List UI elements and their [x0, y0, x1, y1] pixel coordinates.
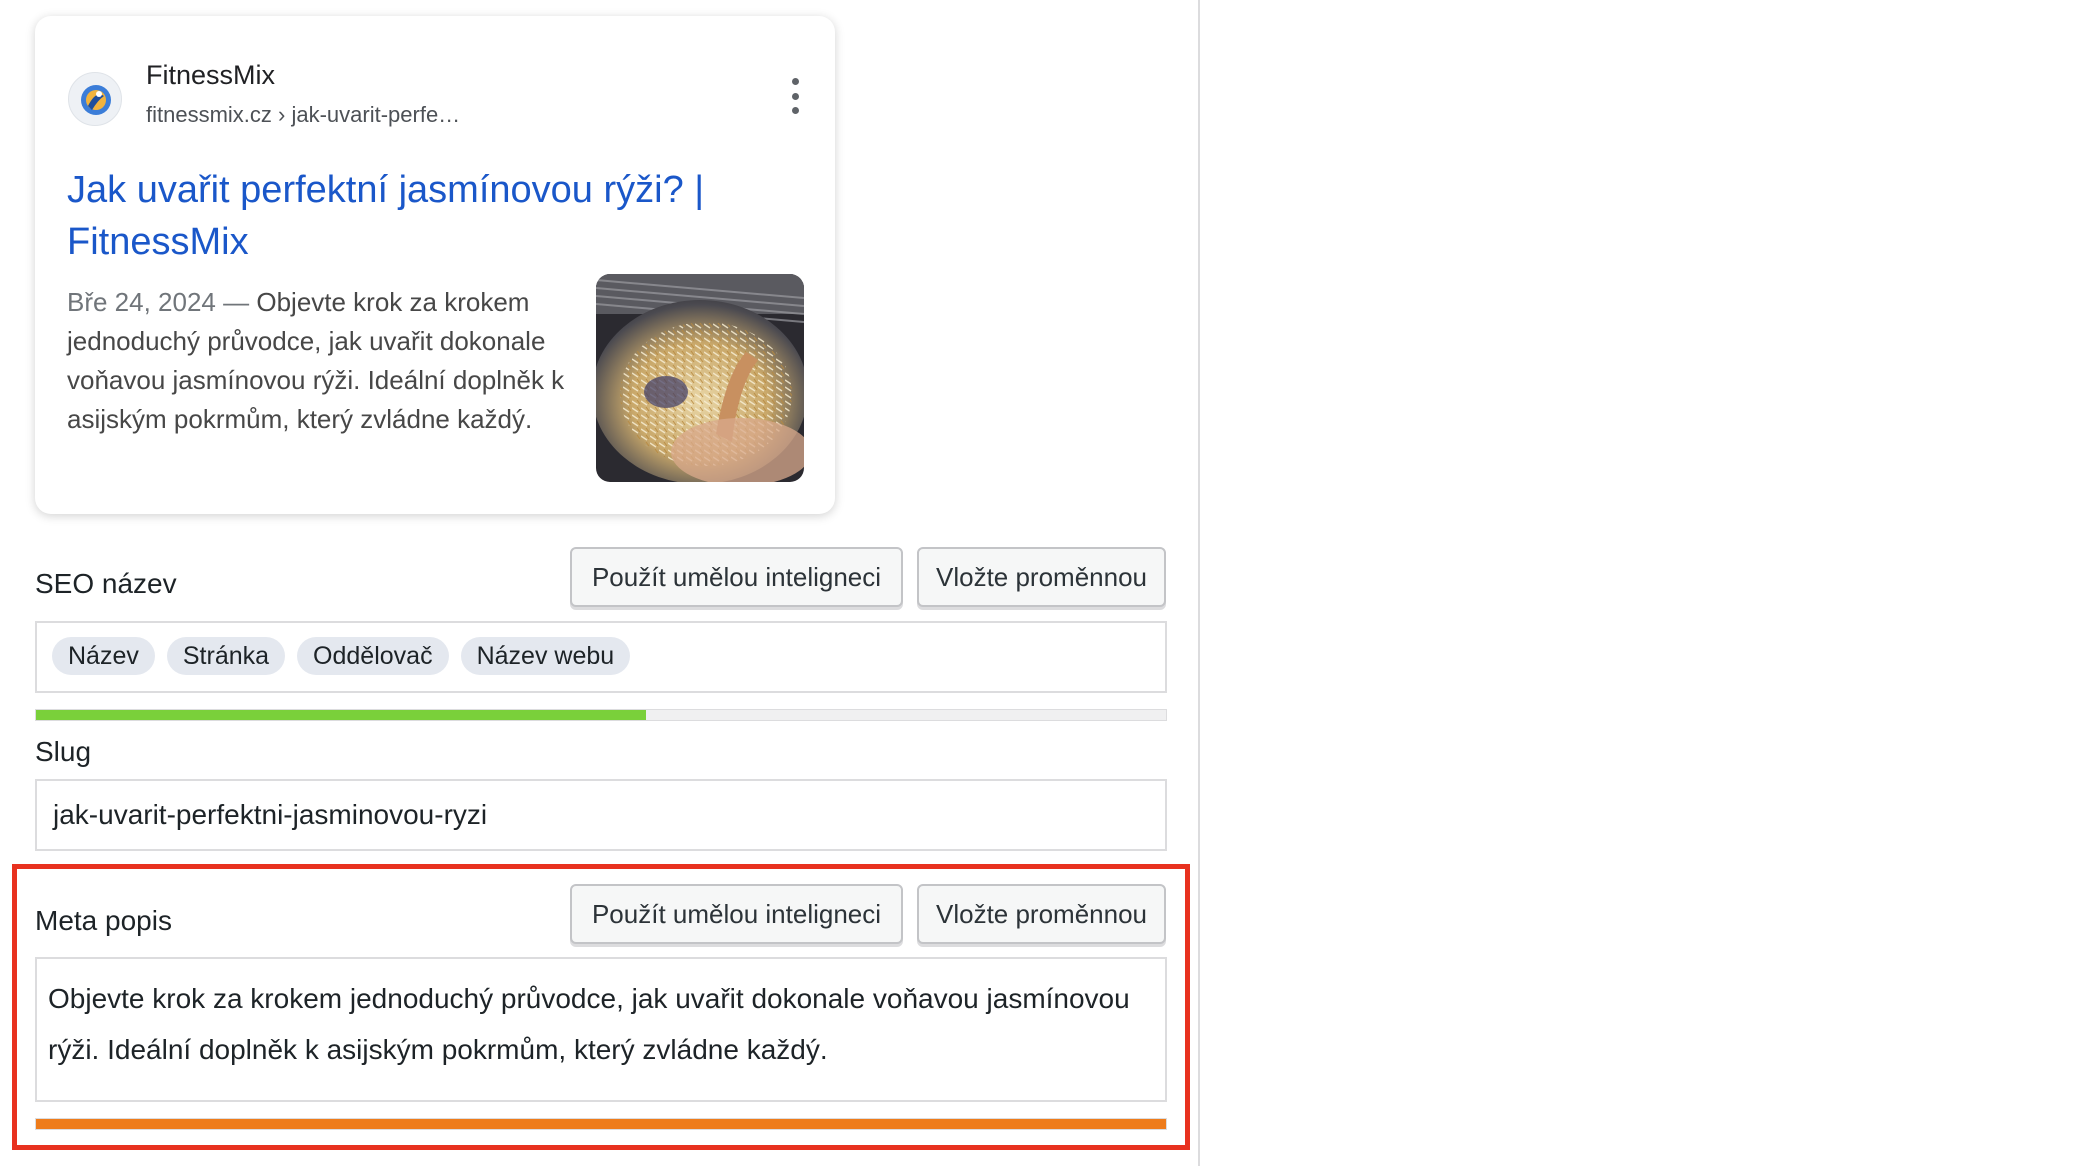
- seo-title-chips: Název Stránka Oddělovač Název webu: [52, 637, 642, 675]
- result-thumbnail-image: [596, 274, 804, 482]
- chip-page[interactable]: Stránka: [166, 637, 286, 675]
- site-name: FitnessMix: [146, 60, 276, 90]
- seo-title-length-fill: [36, 710, 647, 720]
- date-separator: —: [223, 287, 250, 317]
- chip-separator[interactable]: Oddělovač: [297, 637, 449, 675]
- meta-description-highlight-box: [12, 864, 1190, 1150]
- result-snippet: Bře 24, 2024 — Objevte krok za krokem je…: [67, 283, 612, 439]
- site-url-breadcrumb: fitnessmix.cz › jak-uvarit-perfe…: [146, 102, 461, 127]
- chip-title[interactable]: Název: [52, 637, 155, 675]
- seo-panel: FitnessMix fitnessmix.cz › jak-uvarit-pe…: [0, 0, 1200, 1166]
- seo-title-input[interactable]: Název Stránka Oddělovač Název webu: [35, 621, 1167, 693]
- slug-label: Slug: [35, 736, 92, 767]
- result-date: Bře 24, 2024: [67, 287, 216, 317]
- result-title-link[interactable]: Jak uvařit perfektní jasmínovou rýži? | …: [67, 164, 787, 268]
- search-preview-card: FitnessMix fitnessmix.cz › jak-uvarit-pe…: [35, 16, 835, 514]
- chip-site-name[interactable]: Název webu: [460, 637, 631, 675]
- seo-title-label: SEO název: [35, 568, 177, 599]
- slug-input[interactable]: jak-uvarit-perfektni-jasminovou-ryzi: [35, 779, 1167, 851]
- slug-value: jak-uvarit-perfektni-jasminovou-ryzi: [53, 799, 488, 830]
- fitnessmix-logo-icon: [68, 72, 122, 126]
- seo-title-ai-button[interactable]: Použít umělou inteligneci: [570, 547, 903, 607]
- more-vert-icon[interactable]: [785, 78, 805, 114]
- seo-title-length-bar: [35, 709, 1167, 721]
- seo-title-insert-variable-button[interactable]: Vložte proměnnou: [917, 547, 1166, 607]
